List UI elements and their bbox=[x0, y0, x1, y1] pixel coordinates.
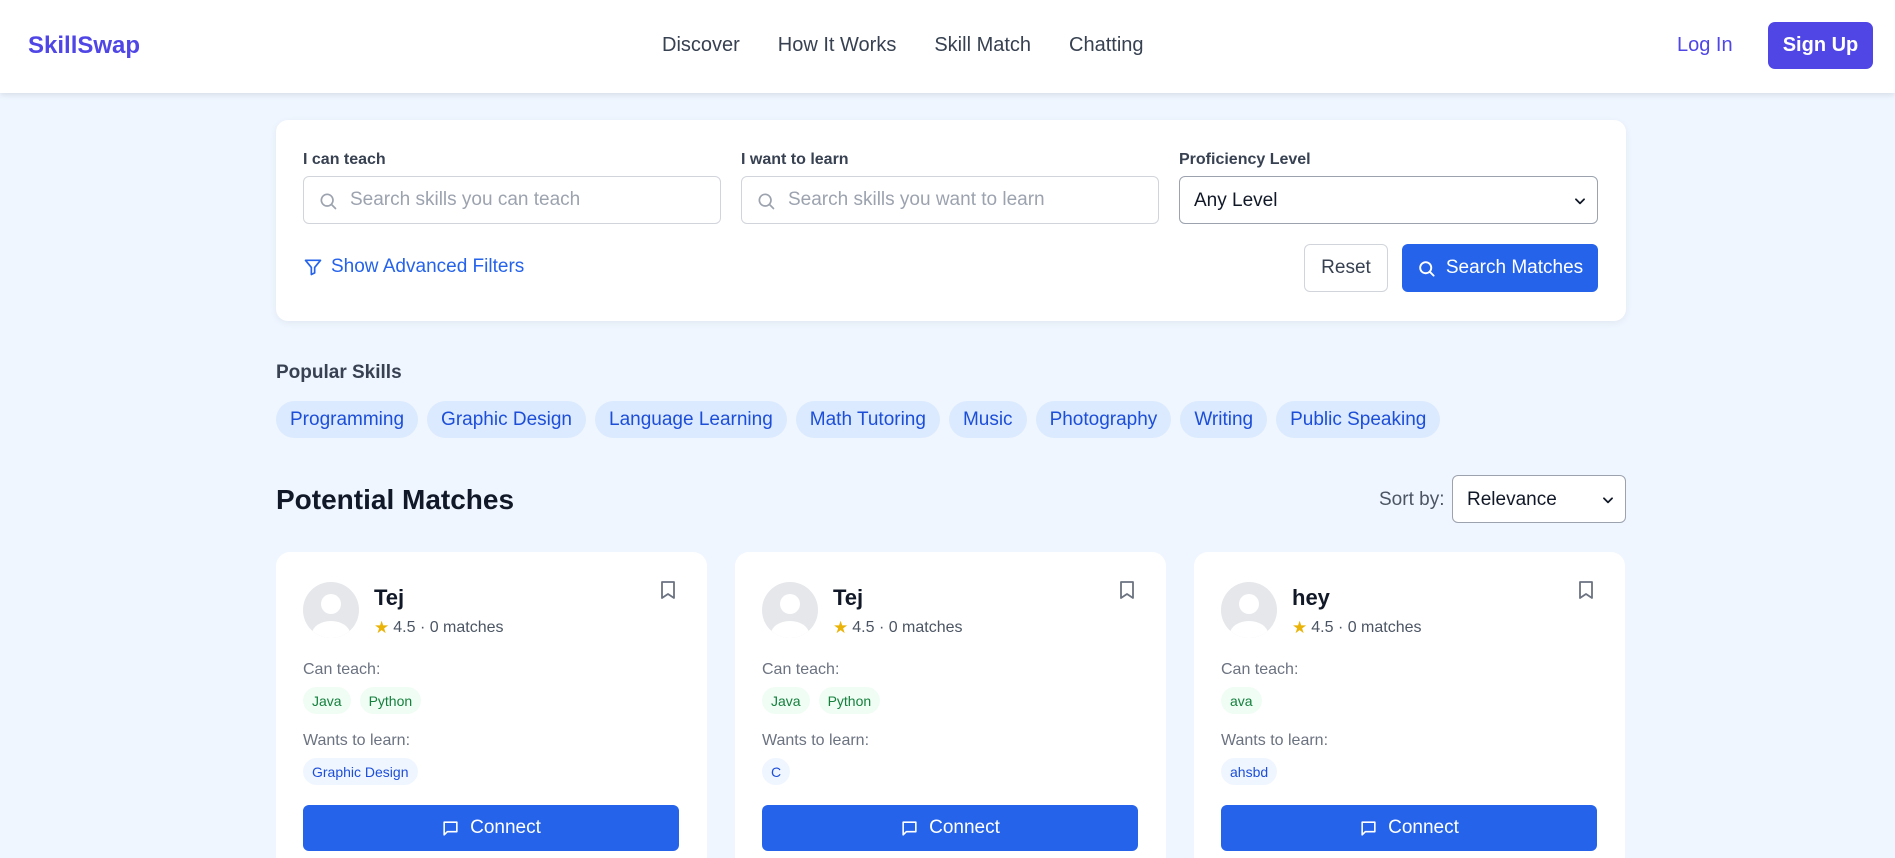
avatar bbox=[762, 582, 818, 638]
teach-tag: ava bbox=[1221, 687, 1262, 714]
connect-button[interactable]: Connect bbox=[1221, 805, 1597, 851]
skill-chip[interactable]: Public Speaking bbox=[1276, 401, 1441, 438]
teach-search-input[interactable] bbox=[350, 178, 710, 222]
rating-text: 4.5 · 0 matches bbox=[1311, 619, 1422, 636]
advanced-filters-label: Show Advanced Filters bbox=[331, 256, 525, 277]
bookmark-icon[interactable] bbox=[659, 580, 677, 600]
can-teach-label: Can teach: bbox=[303, 661, 381, 678]
rating-text: 4.5 · 0 matches bbox=[852, 619, 963, 636]
bookmark-icon[interactable] bbox=[1118, 580, 1136, 600]
teach-tags: Java Python bbox=[303, 687, 422, 714]
popular-skills-title: Popular Skills bbox=[276, 362, 402, 383]
can-teach-label: Can teach: bbox=[762, 661, 840, 678]
skill-chip[interactable]: Writing bbox=[1180, 401, 1268, 438]
teach-tags: Java Python bbox=[762, 687, 881, 714]
user-name: Tej bbox=[833, 585, 864, 610]
skill-chip[interactable]: Music bbox=[948, 401, 1027, 438]
sort-label: Sort by: bbox=[1379, 489, 1445, 510]
chevron-down-icon bbox=[1603, 497, 1613, 504]
skill-chip[interactable]: Programming bbox=[276, 401, 419, 438]
nav-how-it-works[interactable]: How It Works bbox=[778, 34, 897, 57]
filter-icon bbox=[304, 259, 322, 276]
match-card: Tej ★ 4.5 · 0 matches Can teach: Java Py… bbox=[735, 552, 1166, 858]
nav-discover[interactable]: Discover bbox=[662, 34, 740, 57]
teach-tags: ava bbox=[1221, 687, 1262, 714]
nav-chatting[interactable]: Chatting bbox=[1069, 34, 1144, 57]
learn-tags: C bbox=[762, 758, 791, 785]
connect-label: Connect bbox=[929, 817, 1000, 838]
teach-field-label: I can teach bbox=[303, 151, 386, 168]
main-nav: Discover How It Works Skill Match Chatti… bbox=[662, 34, 1144, 57]
wants-to-learn-label: Wants to learn: bbox=[303, 732, 411, 749]
user-name: hey bbox=[1292, 585, 1330, 610]
learn-search-box[interactable] bbox=[741, 176, 1159, 224]
avatar bbox=[303, 582, 359, 638]
skill-chip[interactable]: Language Learning bbox=[595, 401, 787, 438]
match-card: hey ★ 4.5 · 0 matches Can teach: ava Wan… bbox=[1194, 552, 1625, 858]
star-icon: ★ bbox=[374, 618, 390, 637]
learn-field-label: I want to learn bbox=[741, 151, 849, 168]
connect-label: Connect bbox=[1388, 817, 1459, 838]
learn-tag: C bbox=[762, 758, 791, 785]
search-panel: I can teach I want to learn Proficiency … bbox=[276, 120, 1626, 321]
bookmark-icon[interactable] bbox=[1577, 580, 1595, 600]
matches-title: Potential Matches bbox=[276, 484, 515, 515]
skill-chip[interactable]: Photography bbox=[1035, 401, 1172, 438]
search-matches-button[interactable]: Search Matches bbox=[1402, 244, 1598, 292]
match-card: Tej ★ 4.5 · 0 matches Can teach: Java Py… bbox=[276, 552, 707, 858]
learn-search-input[interactable] bbox=[788, 178, 1148, 222]
learn-tag: Graphic Design bbox=[303, 758, 418, 785]
search-matches-label: Search Matches bbox=[1445, 257, 1584, 278]
user-name: Tej bbox=[374, 585, 405, 610]
search-icon bbox=[1419, 260, 1435, 277]
search-icon bbox=[320, 193, 337, 210]
teach-tag: Java bbox=[762, 687, 810, 714]
can-teach-label: Can teach: bbox=[1221, 661, 1299, 678]
signup-button[interactable]: Sign Up bbox=[1768, 22, 1873, 69]
login-link[interactable]: Log In bbox=[1677, 34, 1733, 57]
user-rating: ★ 4.5 · 0 matches bbox=[833, 618, 963, 638]
nav-skill-match[interactable]: Skill Match bbox=[934, 34, 1031, 57]
teach-tag: Python bbox=[818, 687, 881, 714]
connect-button[interactable]: Connect bbox=[303, 805, 679, 851]
teach-tag: Java bbox=[303, 687, 351, 714]
advanced-filters-toggle[interactable]: Show Advanced Filters bbox=[303, 256, 524, 278]
connect-label: Connect bbox=[470, 817, 541, 838]
connect-button[interactable]: Connect bbox=[762, 805, 1138, 851]
top-navbar: SkillSwap Discover How It Works Skill Ma… bbox=[0, 0, 1895, 93]
message-icon bbox=[1361, 820, 1376, 836]
learn-tags: Graphic Design bbox=[303, 758, 418, 785]
wants-to-learn-label: Wants to learn: bbox=[1221, 732, 1329, 749]
popular-skills-list: Programming Graphic Design Language Lear… bbox=[276, 401, 1441, 438]
search-icon bbox=[758, 193, 775, 210]
message-icon bbox=[902, 820, 917, 836]
reset-button[interactable]: Reset bbox=[1304, 244, 1388, 292]
chevron-down-icon bbox=[1575, 198, 1585, 205]
proficiency-level-select[interactable]: Any Level bbox=[1179, 176, 1598, 224]
sort-select[interactable]: Relevance bbox=[1452, 475, 1626, 523]
skill-chip[interactable]: Graphic Design bbox=[427, 401, 586, 438]
proficiency-level-value: Any Level bbox=[1194, 190, 1278, 211]
brand-logo[interactable]: SkillSwap bbox=[28, 32, 140, 60]
star-icon: ★ bbox=[1292, 618, 1308, 637]
level-field-label: Proficiency Level bbox=[1179, 151, 1311, 168]
skill-chip[interactable]: Math Tutoring bbox=[795, 401, 940, 438]
rating-text: 4.5 · 0 matches bbox=[393, 619, 504, 636]
sort-value: Relevance bbox=[1467, 489, 1557, 510]
teach-tag: Python bbox=[359, 687, 422, 714]
avatar bbox=[1221, 582, 1277, 638]
star-icon: ★ bbox=[833, 618, 849, 637]
teach-search-box[interactable] bbox=[303, 176, 721, 224]
user-rating: ★ 4.5 · 0 matches bbox=[374, 618, 504, 638]
user-rating: ★ 4.5 · 0 matches bbox=[1292, 618, 1422, 638]
learn-tag: ahsbd bbox=[1221, 758, 1278, 785]
message-icon bbox=[443, 820, 458, 836]
learn-tags: ahsbd bbox=[1221, 758, 1278, 785]
wants-to-learn-label: Wants to learn: bbox=[762, 732, 870, 749]
